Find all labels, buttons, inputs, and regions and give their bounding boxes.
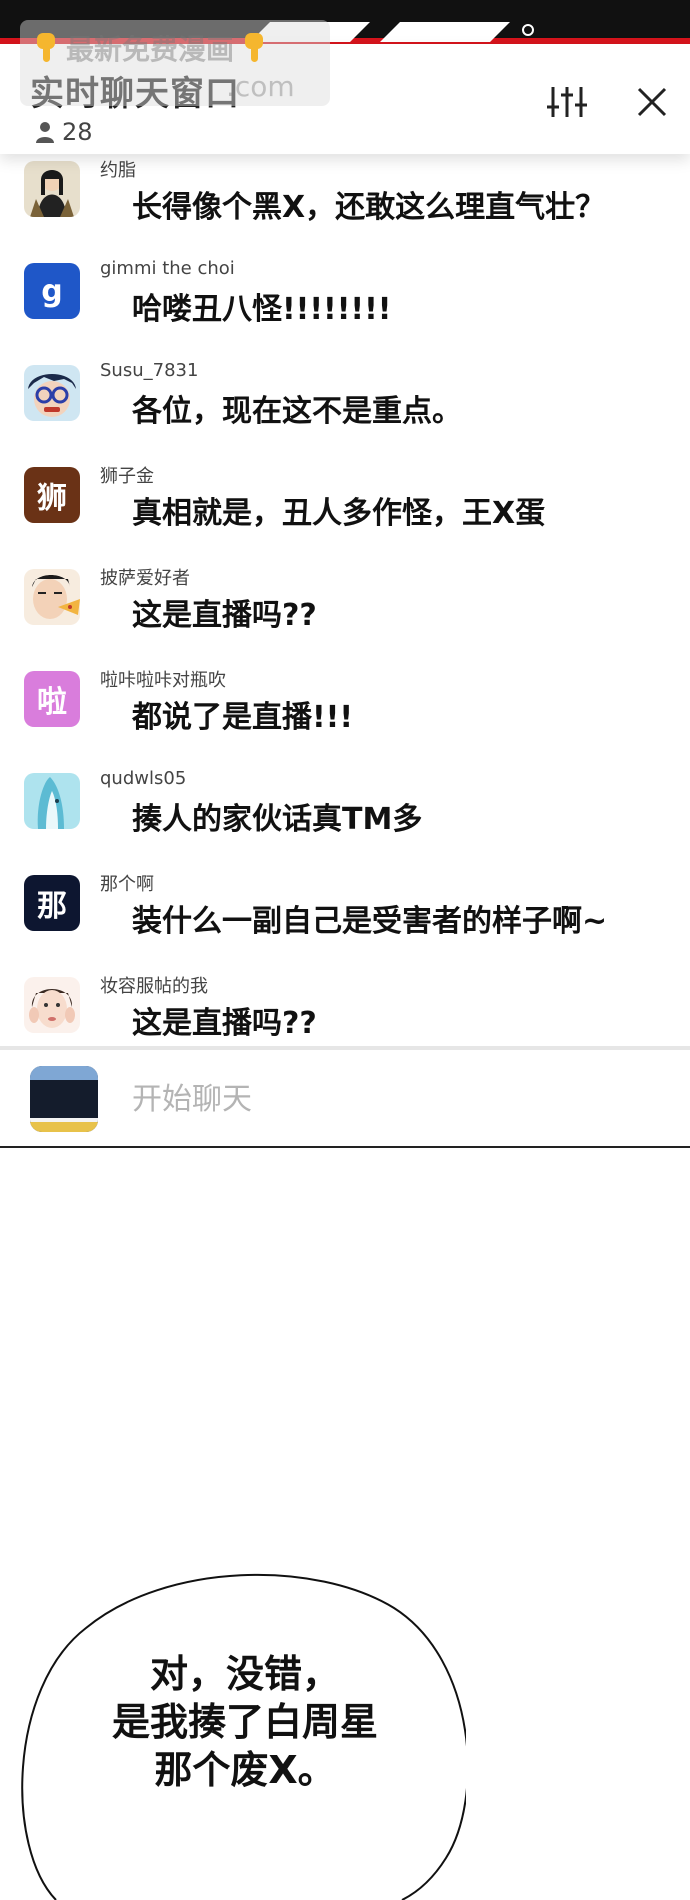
avatar[interactable] bbox=[24, 569, 80, 625]
uniform-character-icon bbox=[30, 1066, 98, 1132]
pointing-hand-icon bbox=[37, 33, 55, 62]
watermark: 最新免费漫画 .com bbox=[20, 20, 330, 106]
chat-message: g gimmi the choi 哈喽丑八怪!!!!!!!! bbox=[0, 258, 690, 360]
username[interactable]: 狮子金 bbox=[100, 462, 154, 488]
watermark-text: 最新免费漫画 bbox=[34, 28, 266, 68]
chat-input-bar bbox=[0, 1050, 690, 1148]
woman-portrait-icon bbox=[24, 161, 80, 217]
message-text: 这是直播吗?? bbox=[132, 598, 317, 633]
username[interactable]: qudwls05 bbox=[100, 768, 186, 789]
avatar[interactable]: 啦 bbox=[24, 671, 80, 727]
chat-message: 啦 啦咔啦咔对瓶吹 都说了是直播!!! bbox=[0, 666, 690, 768]
avatar[interactable]: 那 bbox=[24, 875, 80, 931]
message-text: 长得像个黑X，还敢这么理直气壮？ bbox=[132, 190, 606, 225]
whale-icon bbox=[24, 773, 80, 829]
chat-input[interactable] bbox=[130, 1076, 634, 1122]
message-list[interactable]: 约脂 长得像个黑X，还敢这么理直气壮？ g gimmi the choi 哈喽丑… bbox=[0, 156, 690, 1048]
avatar[interactable] bbox=[24, 977, 80, 1033]
chat-message: 狮 狮子金 真相就是，丑人多作怪，王X蛋 bbox=[0, 462, 690, 564]
message-text: 各位，现在这不是重点。 bbox=[132, 394, 462, 429]
chat-message: 披萨爱好者 这是直播吗?? bbox=[0, 564, 690, 666]
username[interactable]: gimmi the choi bbox=[100, 258, 235, 279]
viewer-count-value: 28 bbox=[62, 118, 93, 146]
chat-message: 那 那个啊 装什么一副自己是受害者的样子啊~ bbox=[0, 870, 690, 972]
message-text: 都说了是直播!!! bbox=[132, 700, 354, 735]
glasses-character-icon bbox=[24, 365, 80, 421]
message-text: 揍人的家伙话真TM多 bbox=[132, 802, 423, 837]
avatar[interactable]: 狮 bbox=[24, 467, 80, 523]
watermark-line1: 最新免费漫画 bbox=[66, 33, 235, 66]
username[interactable]: 披萨爱好者 bbox=[100, 564, 190, 590]
chat-message: 约脂 长得像个黑X，还敢这么理直气壮？ bbox=[0, 156, 690, 258]
pizza-eater-icon bbox=[24, 569, 80, 625]
settings-button[interactable] bbox=[545, 80, 589, 124]
watermark-line2: .com bbox=[226, 70, 295, 103]
username[interactable]: 那个啊 bbox=[100, 870, 154, 896]
message-text: 真相就是，丑人多作怪，王X蛋 bbox=[132, 496, 546, 531]
username[interactable]: Susu_7831 bbox=[100, 360, 198, 381]
username[interactable]: 啦咔啦咔对瓶吹 bbox=[100, 666, 226, 692]
avatar[interactable] bbox=[24, 161, 80, 217]
speech-line: 对，没错， bbox=[149, 1652, 340, 1696]
username[interactable]: 约脂 bbox=[100, 156, 136, 182]
chat-message: qudwls05 揍人的家伙话真TM多 bbox=[0, 768, 690, 870]
message-text: 装什么一副自己是受害者的样子啊~ bbox=[132, 904, 608, 939]
pointing-hand-icon bbox=[245, 33, 264, 62]
close-icon bbox=[637, 87, 667, 117]
close-button[interactable] bbox=[630, 80, 674, 124]
avatar[interactable] bbox=[24, 365, 80, 421]
speech-line: 是我揍了白周星 bbox=[111, 1700, 378, 1744]
woman-face-icon bbox=[24, 977, 80, 1033]
speech-line: 那个废X。 bbox=[154, 1748, 336, 1792]
chat-message: 妆容服帖的我 这是直播吗?? bbox=[0, 972, 690, 1048]
username[interactable]: 妆容服帖的我 bbox=[100, 972, 208, 998]
avatar[interactable] bbox=[24, 773, 80, 829]
self-avatar[interactable] bbox=[30, 1066, 98, 1132]
message-text: 哈喽丑八怪!!!!!!!! bbox=[132, 292, 392, 327]
sliders-icon bbox=[547, 87, 587, 117]
person-icon bbox=[36, 122, 54, 143]
avatar[interactable]: g bbox=[24, 263, 80, 319]
viewer-count: 28 bbox=[36, 118, 93, 146]
message-text: 这是直播吗?? bbox=[132, 1006, 317, 1041]
chat-message: Susu_7831 各位，现在这不是重点。 bbox=[0, 360, 690, 462]
speech-bubble-text: 对，没错， 是我揍了白周星 那个废X。 bbox=[60, 1650, 430, 1794]
